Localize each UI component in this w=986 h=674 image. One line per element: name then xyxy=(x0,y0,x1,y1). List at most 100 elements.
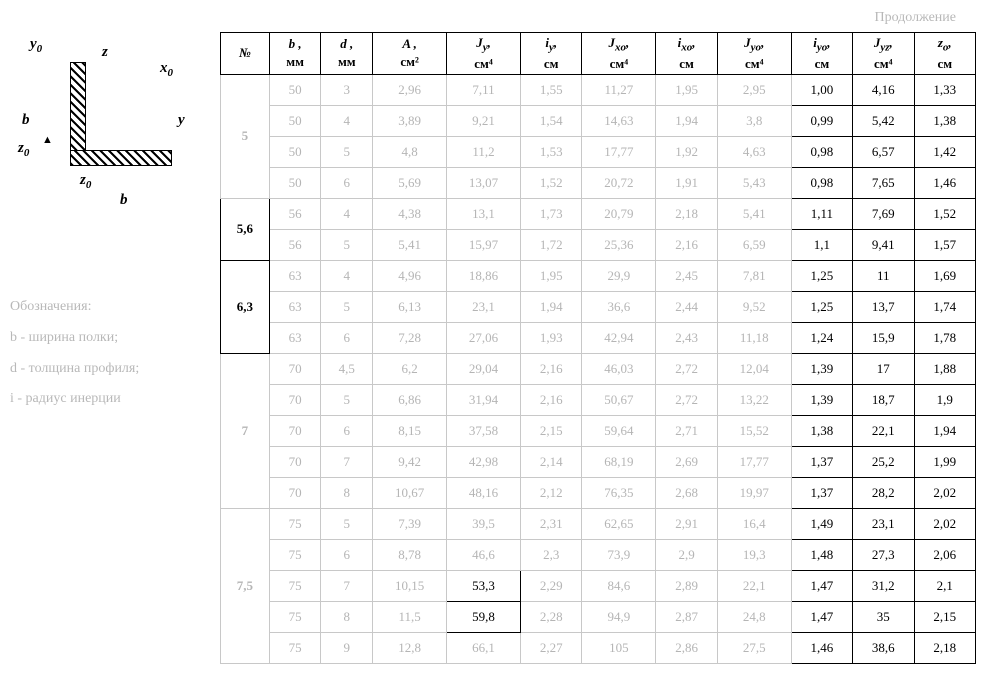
cell-iyo: 1,37 xyxy=(791,477,852,508)
group-num-cell: 7 xyxy=(221,353,270,508)
cell-zo: 2,18 xyxy=(914,632,976,663)
table-row: 7704,56,229,042,1646,032,7212,041,39171,… xyxy=(221,353,976,384)
cell-d: 5 xyxy=(321,229,373,260)
angle-diagram: y0 z x0 d b y z0 z0 b ▲ xyxy=(10,32,210,232)
table-body: 55032,967,111,5511,271,952,951,004,161,3… xyxy=(221,74,976,663)
data-table: № b ,мм d ,мм A ,см² Jy,см⁴ iy,см Jxo,см… xyxy=(220,32,976,664)
cell-ixo: 2,43 xyxy=(656,322,717,353)
table-row: 5065,6913,071,5220,721,915,430,987,651,4… xyxy=(221,167,976,198)
cell-iy: 2,3 xyxy=(521,539,582,570)
cell-Jyo: 2,95 xyxy=(717,74,791,105)
table-row: 7,57557,3939,52,3162,652,9116,41,4923,12… xyxy=(221,508,976,539)
cell-ixo: 1,94 xyxy=(656,105,717,136)
cell-iyo: 1,47 xyxy=(791,570,852,601)
cell-Jy: 59,8 xyxy=(447,601,521,632)
cell-A: 9,42 xyxy=(373,446,447,477)
cell-Jxo: 76,35 xyxy=(582,477,656,508)
cell-iyo: 1,1 xyxy=(791,229,852,260)
angle-vertical-leg xyxy=(70,62,86,164)
th-zo: zo,см xyxy=(914,33,976,75)
cell-Jy: 15,97 xyxy=(447,229,521,260)
cell-Jy: 48,16 xyxy=(447,477,521,508)
left-column: y0 z x0 d b y z0 z0 b ▲ Обозначения: b -… xyxy=(10,32,210,415)
cell-d: 4,5 xyxy=(321,353,373,384)
cell-d: 4 xyxy=(321,260,373,291)
cell-iyo: 1,48 xyxy=(791,539,852,570)
cell-d: 4 xyxy=(321,198,373,229)
cell-iy: 2,16 xyxy=(521,384,582,415)
cell-iyo: 1,00 xyxy=(791,74,852,105)
cell-d: 6 xyxy=(321,539,373,570)
cell-Jy: 13,07 xyxy=(447,167,521,198)
cell-zo: 1,52 xyxy=(914,198,976,229)
cell-Jxo: 105 xyxy=(582,632,656,663)
cell-d: 7 xyxy=(321,446,373,477)
cell-iyo: 1,25 xyxy=(791,291,852,322)
cell-Jxo: 20,79 xyxy=(582,198,656,229)
cell-Jxo: 14,63 xyxy=(582,105,656,136)
cell-Jxo: 59,64 xyxy=(582,415,656,446)
cell-A: 7,28 xyxy=(373,322,447,353)
th-b: b ,мм xyxy=(269,33,321,75)
cell-b: 75 xyxy=(269,601,321,632)
cell-d: 9 xyxy=(321,632,373,663)
cell-Jyz: 35 xyxy=(853,601,914,632)
cell-b: 50 xyxy=(269,167,321,198)
cell-b: 63 xyxy=(269,260,321,291)
cell-iy: 2,28 xyxy=(521,601,582,632)
label-y: y xyxy=(178,112,185,129)
cell-ixo: 2,45 xyxy=(656,260,717,291)
cell-zo: 1,99 xyxy=(914,446,976,477)
cell-Jxo: 17,77 xyxy=(582,136,656,167)
cell-Jyo: 11,18 xyxy=(717,322,791,353)
cell-b: 63 xyxy=(269,291,321,322)
cell-Jxo: 94,9 xyxy=(582,601,656,632)
cell-ixo: 2,86 xyxy=(656,632,717,663)
cell-iy: 2,15 xyxy=(521,415,582,446)
cell-d: 5 xyxy=(321,136,373,167)
cell-d: 7 xyxy=(321,570,373,601)
cell-Jxo: 46,03 xyxy=(582,353,656,384)
cell-Jy: 42,98 xyxy=(447,446,521,477)
cell-d: 3 xyxy=(321,74,373,105)
table-row: 6367,2827,061,9342,942,4311,181,2415,91,… xyxy=(221,322,976,353)
cell-Jyo: 16,4 xyxy=(717,508,791,539)
th-Jyz: Jyz,см⁴ xyxy=(853,33,914,75)
group-num-cell: 7,5 xyxy=(221,508,270,663)
table-row: 5,65644,3813,11,7320,792,185,411,117,691… xyxy=(221,198,976,229)
cell-zo: 1,69 xyxy=(914,260,976,291)
cell-iyo: 0,98 xyxy=(791,167,852,198)
cell-Jyo: 19,97 xyxy=(717,477,791,508)
cell-iy: 2,16 xyxy=(521,353,582,384)
cell-A: 6,2 xyxy=(373,353,447,384)
cell-Jyz: 18,7 xyxy=(853,384,914,415)
cell-iy: 2,27 xyxy=(521,632,582,663)
continuation-label: Продолжение xyxy=(10,10,976,26)
cell-Jyz: 17 xyxy=(853,353,914,384)
cell-b: 70 xyxy=(269,446,321,477)
cell-A: 5,69 xyxy=(373,167,447,198)
cell-Jyo: 6,59 xyxy=(717,229,791,260)
table-row: 5655,4115,971,7225,362,166,591,19,411,57 xyxy=(221,229,976,260)
cell-zo: 1,46 xyxy=(914,167,976,198)
main-layout: y0 z x0 d b y z0 z0 b ▲ Обозначения: b -… xyxy=(10,32,976,664)
cell-zo: 1,42 xyxy=(914,136,976,167)
cell-iy: 1,55 xyxy=(521,74,582,105)
table-row: 75912,866,12,271052,8627,51,4638,62,18 xyxy=(221,632,976,663)
cell-iy: 1,94 xyxy=(521,291,582,322)
label-z0-bot: z0 xyxy=(80,172,91,191)
cell-ixo: 2,89 xyxy=(656,570,717,601)
cell-Jxo: 50,67 xyxy=(582,384,656,415)
cell-Jy: 31,94 xyxy=(447,384,521,415)
cell-ixo: 2,72 xyxy=(656,353,717,384)
cell-d: 6 xyxy=(321,415,373,446)
cell-zo: 1,57 xyxy=(914,229,976,260)
cell-Jyz: 4,16 xyxy=(853,74,914,105)
cell-ixo: 1,91 xyxy=(656,167,717,198)
cell-A: 6,13 xyxy=(373,291,447,322)
cell-Jyo: 4,63 xyxy=(717,136,791,167)
cell-Jyo: 19,3 xyxy=(717,539,791,570)
cell-b: 50 xyxy=(269,105,321,136)
cell-iy: 2,29 xyxy=(521,570,582,601)
cell-Jyo: 24,8 xyxy=(717,601,791,632)
